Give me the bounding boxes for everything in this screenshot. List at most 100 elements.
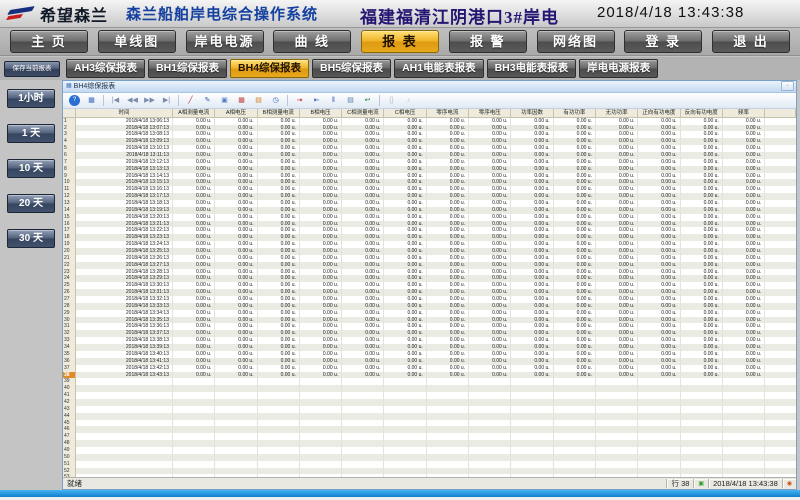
note-icon[interactable]: ♪	[401, 93, 416, 107]
table-row[interactable]: 49	[63, 447, 796, 454]
table-row[interactable]: 182018/4/18 13:23:130.00 u.0.00 u.0.00 u…	[63, 234, 796, 241]
tab-bh1-protection[interactable]: BH1综保报表	[148, 59, 227, 78]
edit-icon[interactable]: ╱	[183, 93, 198, 107]
sidebar-button-30-day[interactable]: 30 天	[7, 229, 55, 248]
table-row[interactable]: 292018/4/18 13:34:130.00 u.0.00 u.0.00 u…	[63, 310, 796, 317]
table-row[interactable]: 242018/4/18 13:29:130.00 u.0.00 u.0.00 u…	[63, 275, 796, 282]
value-cell	[723, 461, 765, 468]
grid-icon[interactable]: ▦	[234, 93, 249, 107]
table-row[interactable]: 372018/4/18 13:42:130.00 u.0.00 u.0.00 u…	[63, 365, 796, 372]
nav-button-curve[interactable]: 曲 线	[273, 30, 351, 53]
table-row[interactable]: 192018/4/18 13:24:130.00 u.0.00 u.0.00 u…	[63, 241, 796, 248]
table-row[interactable]: 42018/4/18 13:09:130.00 u.0.00 u.0.00 u.…	[63, 138, 796, 145]
table-row[interactable]: 232018/4/18 13:28:130.00 u.0.00 u.0.00 u…	[63, 269, 796, 276]
table-row[interactable]: 39	[63, 378, 796, 385]
tab-bh3-energy-meter[interactable]: BH3电能表报表	[487, 59, 577, 78]
table-row[interactable]: 382018/4/18 13:43:130.00 u.0.00 u.0.00 u…	[63, 372, 796, 379]
clock-icon[interactable]: ◷	[268, 93, 283, 107]
value-cell: 0.00 u.	[511, 358, 553, 365]
save-current-report-button[interactable]: 保存当前报表	[4, 61, 60, 77]
nav-button-login[interactable]: 登 录	[624, 30, 702, 53]
table-row[interactable]: 272018/4/18 13:32:130.00 u.0.00 u.0.00 u…	[63, 296, 796, 303]
value-cell	[638, 468, 680, 475]
table-row[interactable]: 222018/4/18 13:27:130.00 u.0.00 u.0.00 u…	[63, 262, 796, 269]
tab-ah1-energy-meter[interactable]: AH1电能表报表	[394, 59, 484, 78]
table-row[interactable]: 41	[63, 392, 796, 399]
print-icon[interactable]: ▤	[343, 93, 358, 107]
tab-bh5-protection[interactable]: BH5综保报表	[312, 59, 391, 78]
table-row[interactable]: 52	[63, 468, 796, 475]
calendar-icon[interactable]: ▦	[84, 93, 99, 107]
table-row[interactable]: 42	[63, 399, 796, 406]
prev-record-icon[interactable]: ◀◀	[125, 93, 140, 107]
table-row[interactable]: 48	[63, 440, 796, 447]
value-cell: 0.00 u.	[681, 227, 723, 234]
copy-icon[interactable]: ▣	[217, 93, 232, 107]
sidebar-button-1-hour[interactable]: 1小时	[7, 89, 55, 108]
sidebar-button-1-day[interactable]: 1 天	[7, 124, 55, 143]
table-row[interactable]: 132018/4/18 13:18:130.00 u.0.00 u.0.00 u…	[63, 200, 796, 207]
nav-button-network-diagram[interactable]: 网络图	[537, 30, 615, 53]
first-record-icon[interactable]: |◀	[108, 93, 123, 107]
nav-button-single-line-diagram[interactable]: 单线图	[98, 30, 176, 53]
table-row[interactable]: 12018/4/18 13:06:130.00 u.0.00 u.0.00 u.…	[63, 118, 796, 125]
pin-icon[interactable]: ▫	[781, 81, 794, 91]
export-icon[interactable]: ⇥	[292, 93, 307, 107]
table-row[interactable]: 43	[63, 406, 796, 413]
table-row[interactable]: 202018/4/18 13:25:130.00 u.0.00 u.0.00 u…	[63, 248, 796, 255]
nav-button-report[interactable]: 报 表	[361, 30, 439, 53]
table-row[interactable]: 32018/4/18 13:08:130.00 u.0.00 u.0.00 u.…	[63, 131, 796, 138]
table-row[interactable]: 50	[63, 454, 796, 461]
table-row[interactable]: 282018/4/18 13:33:130.00 u.0.00 u.0.00 u…	[63, 303, 796, 310]
table-row[interactable]: 322018/4/18 13:37:130.00 u.0.00 u.0.00 u…	[63, 330, 796, 337]
last-record-icon[interactable]: ▶|	[159, 93, 174, 107]
table-row[interactable]: 212018/4/18 13:26:130.00 u.0.00 u.0.00 u…	[63, 255, 796, 262]
sidebar-button-20-day[interactable]: 20 天	[7, 194, 55, 213]
table-row[interactable]: 152018/4/18 13:20:130.00 u.0.00 u.0.00 u…	[63, 214, 796, 221]
table-row[interactable]: 332018/4/18 13:38:130.00 u.0.00 u.0.00 u…	[63, 337, 796, 344]
table-row[interactable]: 162018/4/18 13:21:130.00 u.0.00 u.0.00 u…	[63, 221, 796, 228]
table-row[interactable]: 40	[63, 385, 796, 392]
refresh-icon[interactable]: ↩	[360, 93, 375, 107]
table-row[interactable]: 45	[63, 420, 796, 427]
filter-icon[interactable]: {}	[384, 93, 399, 107]
table-row[interactable]: 122018/4/18 13:17:130.00 u.0.00 u.0.00 u…	[63, 193, 796, 200]
table-row[interactable]: 362018/4/18 13:41:130.00 u.0.00 u.0.00 u…	[63, 358, 796, 365]
nav-button-home[interactable]: 主 页	[10, 30, 88, 53]
tab-bh4-protection[interactable]: BH4综保报表	[230, 59, 309, 78]
table-row[interactable]: 302018/4/18 13:35:130.00 u.0.00 u.0.00 u…	[63, 317, 796, 324]
value-cell: 0.00 u.	[638, 344, 680, 351]
table-row[interactable]: 51	[63, 461, 796, 468]
table-row[interactable]: 172018/4/18 13:22:130.00 u.0.00 u.0.00 u…	[63, 227, 796, 234]
table-row[interactable]: 22018/4/18 13:07:130.00 u.0.00 u.0.00 u.…	[63, 125, 796, 132]
table-row[interactable]: 52018/4/18 13:10:130.00 u.0.00 u.0.00 u.…	[63, 145, 796, 152]
table-row[interactable]: 102018/4/18 13:15:130.00 u.0.00 u.0.00 u…	[63, 179, 796, 186]
table-row[interactable]: 44	[63, 413, 796, 420]
table-row[interactable]: 252018/4/18 13:30:130.00 u.0.00 u.0.00 u…	[63, 282, 796, 289]
nav-button-alarm[interactable]: 报 警	[449, 30, 527, 53]
help-icon[interactable]: ?	[69, 95, 80, 106]
table-row[interactable]: 92018/4/18 13:14:130.00 u.0.00 u.0.00 u.…	[63, 173, 796, 180]
table-row[interactable]: 312018/4/18 13:36:130.00 u.0.00 u.0.00 u…	[63, 323, 796, 330]
import-icon[interactable]: ⇤	[309, 93, 324, 107]
table-row[interactable]: 72018/4/18 13:12:130.00 u.0.00 u.0.00 u.…	[63, 159, 796, 166]
sidebar-button-10-day[interactable]: 10 天	[7, 159, 55, 178]
table-row[interactable]: 82018/4/18 13:13:130.00 u.0.00 u.0.00 u.…	[63, 166, 796, 173]
table-row[interactable]: 342018/4/18 13:39:130.00 u.0.00 u.0.00 u…	[63, 344, 796, 351]
pen-icon[interactable]: ✎	[200, 93, 215, 107]
tab-shore-power-report[interactable]: 岸电电源报表	[579, 59, 658, 78]
tab-ah3-protection[interactable]: AH3综保报表	[66, 59, 145, 78]
nav-button-shore-power-supply[interactable]: 岸电电源	[186, 30, 264, 53]
table-row[interactable]: 47	[63, 433, 796, 440]
table-row[interactable]: 142018/4/18 13:19:130.00 u.0.00 u.0.00 u…	[63, 207, 796, 214]
nav-button-exit[interactable]: 退 出	[712, 30, 790, 53]
table-row[interactable]: 112018/4/18 13:16:130.00 u.0.00 u.0.00 u…	[63, 186, 796, 193]
pause-icon[interactable]: ‖	[326, 93, 341, 107]
next-record-icon[interactable]: ▶▶	[142, 93, 157, 107]
value-cell: 0.00 u.	[384, 138, 426, 145]
table-row[interactable]: 262018/4/18 13:31:130.00 u.0.00 u.0.00 u…	[63, 289, 796, 296]
table-row[interactable]: 46	[63, 426, 796, 433]
table-row[interactable]: 352018/4/18 13:40:130.00 u.0.00 u.0.00 u…	[63, 351, 796, 358]
chart-icon[interactable]: ▤	[251, 93, 266, 107]
table-row[interactable]: 62018/4/18 13:11:130.00 u.0.00 u.0.00 u.…	[63, 152, 796, 159]
